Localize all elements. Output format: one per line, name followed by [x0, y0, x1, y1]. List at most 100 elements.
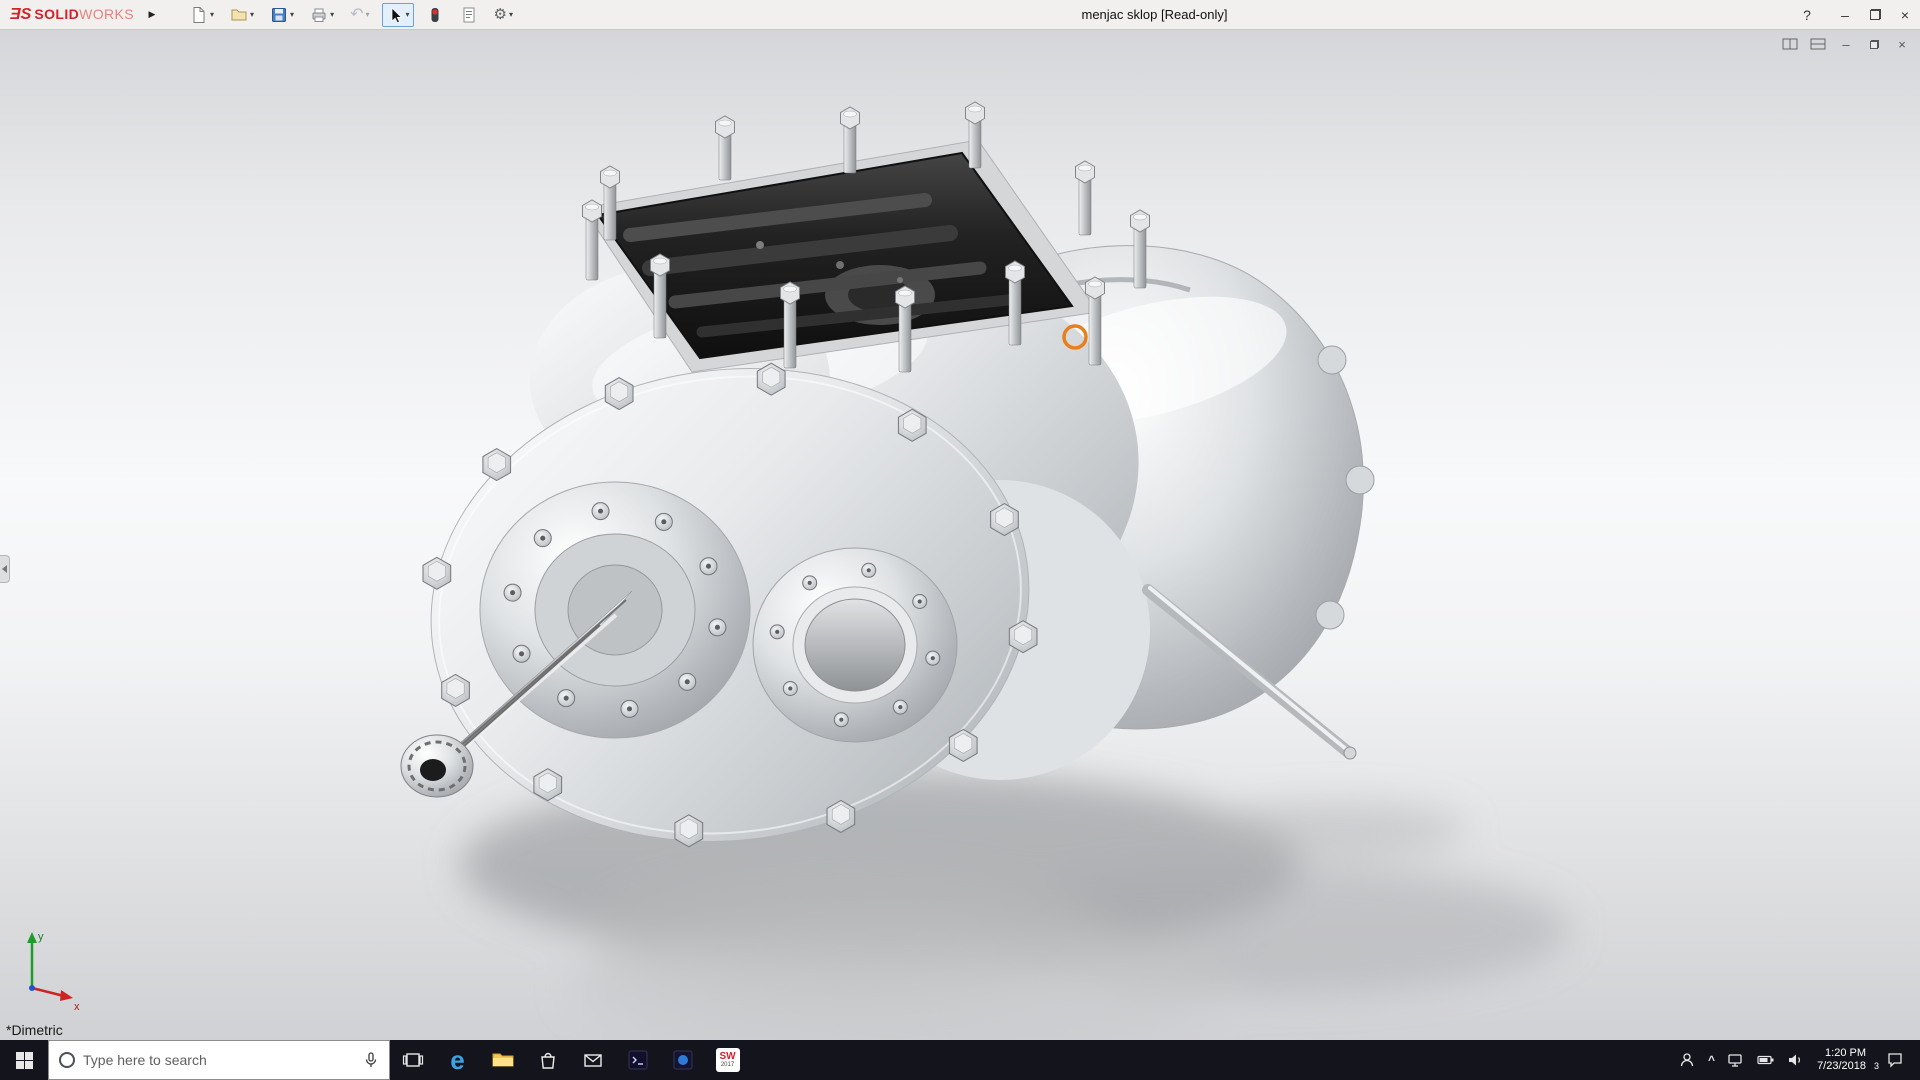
hex-nut: [582, 199, 602, 223]
split-pane-horizontal-button[interactable]: [1810, 36, 1826, 52]
dropdown-caret[interactable]: ▾: [330, 10, 334, 19]
stud: [783, 297, 797, 369]
store-button[interactable]: [525, 1040, 570, 1080]
network-button[interactable]: [1727, 1052, 1745, 1068]
stud: [1133, 225, 1147, 289]
dropdown-caret[interactable]: ▾: [250, 10, 254, 19]
chevron-left-icon: [2, 565, 7, 573]
doc-restore-icon: [1869, 39, 1879, 49]
tray-expand-button[interactable]: ^: [1708, 1053, 1715, 1067]
cortana-icon: [59, 1052, 75, 1068]
orientation-triad[interactable]: y x: [10, 926, 88, 1014]
panel-collapse-handle[interactable]: [0, 555, 10, 583]
new-document-icon: [193, 6, 205, 23]
print-icon: [312, 8, 326, 22]
view-orientation-label: *Dimetric: [6, 1022, 63, 1038]
options-button[interactable]: ⚙ ▾: [490, 3, 517, 27]
doc-minimize-button[interactable]: –: [1838, 36, 1854, 52]
doc-close-button[interactable]: ×: [1894, 36, 1910, 52]
store-bag-icon: [540, 1052, 555, 1069]
menu-flyout-arrow[interactable]: ▶: [144, 9, 160, 20]
hex-nut: [1085, 276, 1105, 300]
split-pane-vertical-button[interactable]: [1782, 36, 1798, 52]
taskbar-apps: e SW 2017: [390, 1040, 750, 1080]
people-button[interactable]: [1678, 1051, 1696, 1069]
undo-icon: ↶: [350, 5, 364, 23]
dropdown-caret[interactable]: ▾: [406, 10, 410, 19]
edge-icon: e: [450, 1045, 465, 1075]
close-button[interactable]: ×: [1890, 0, 1920, 29]
solidworks-app-icon: SW 2017: [715, 1048, 740, 1072]
help-button[interactable]: ?: [1792, 0, 1822, 29]
network-icon: [1728, 1054, 1742, 1067]
mail-envelope-icon: [583, 1054, 602, 1067]
media-app-button[interactable]: [660, 1040, 705, 1080]
dropdown-caret[interactable]: ▾: [210, 10, 214, 19]
print-button[interactable]: ▾: [306, 3, 338, 27]
doc-restore-button[interactable]: [1866, 36, 1882, 52]
hex-nut: [650, 253, 670, 277]
hex-nut: [965, 101, 985, 125]
task-view-button[interactable]: [390, 1040, 435, 1080]
3d-viewport[interactable]: – × y x *Dimetric: [0, 30, 1920, 1040]
file-properties-icon: [463, 7, 475, 22]
hex-nut: [1005, 260, 1025, 284]
clock-time: 1:20 PM: [1825, 1047, 1866, 1059]
stud: [1008, 276, 1022, 346]
action-center-button[interactable]: 3: [1874, 1051, 1912, 1071]
gearbox-3d-model[interactable]: [0, 30, 1920, 1040]
dropdown-caret[interactable]: ▾: [290, 10, 294, 19]
stud: [898, 301, 912, 373]
rebuild-button[interactable]: [422, 3, 448, 27]
file-explorer-button[interactable]: [480, 1040, 525, 1080]
start-button[interactable]: [0, 1040, 48, 1080]
save-icon: [272, 7, 287, 22]
document-title: menjac sklop [Read-only]: [1081, 7, 1228, 22]
hex-nut: [600, 165, 620, 189]
battery-button[interactable]: [1757, 1054, 1775, 1066]
minimize-button[interactable]: –: [1830, 0, 1860, 29]
solidworks-window: ƎS SOLID WORKS ▶ ▾ ▾ ▾ ▾ ↶ ▾ ▾ ⚙ ▾ menja…: [0, 0, 1920, 1080]
console-app-button[interactable]: [615, 1040, 660, 1080]
clock-date: 7/23/2018: [1817, 1060, 1866, 1072]
hex-nut: [840, 106, 860, 130]
save-button[interactable]: ▾: [266, 3, 298, 27]
brand-works: WORKS: [79, 5, 135, 22]
notification-badge: 3: [1874, 1061, 1880, 1071]
select-cursor-icon: [391, 6, 402, 23]
action-center-icon: [1888, 1053, 1902, 1068]
z-axis-dot: [29, 985, 35, 991]
open-document-button[interactable]: ▾: [226, 3, 258, 27]
taskbar: e: [0, 1040, 1920, 1080]
battery-icon: [1757, 1055, 1774, 1065]
search-input[interactable]: [83, 1052, 355, 1068]
file-properties-button[interactable]: [456, 3, 482, 27]
select-tool-button[interactable]: ▾: [381, 2, 414, 27]
stud: [1088, 292, 1102, 366]
open-folder-icon: [231, 9, 247, 20]
volume-button[interactable]: [1787, 1052, 1805, 1068]
people-icon: [1680, 1053, 1694, 1067]
new-document-button[interactable]: ▾: [186, 3, 218, 27]
mail-button[interactable]: [570, 1040, 615, 1080]
y-axis-arrow: [27, 932, 37, 943]
restore-icon: [1869, 9, 1881, 20]
stud: [653, 269, 667, 339]
edge-button[interactable]: e: [435, 1040, 480, 1080]
console-app-icon: [628, 1050, 647, 1070]
microphone-icon[interactable]: [363, 1051, 379, 1069]
taskbar-clock[interactable]: 1:20 PM 7/23/2018: [1817, 1047, 1866, 1073]
quick-access-toolbar: ▾ ▾ ▾ ▾ ↶ ▾ ▾ ⚙ ▾: [186, 0, 517, 29]
titlebar: ƎS SOLID WORKS ▶ ▾ ▾ ▾ ▾ ↶ ▾ ▾ ⚙ ▾ menja…: [0, 0, 1920, 30]
solidworks-app-button[interactable]: SW 2017: [705, 1040, 750, 1080]
window-controls: ? – ×: [1792, 0, 1920, 29]
stud: [968, 117, 982, 169]
taskbar-search[interactable]: [48, 1040, 390, 1080]
speaker-icon: [1789, 1054, 1801, 1066]
dropdown-caret[interactable]: ▾: [365, 10, 369, 19]
dropdown-caret[interactable]: ▾: [509, 10, 513, 19]
undo-button[interactable]: ↶ ▾: [346, 3, 373, 27]
rebuild-stoplight-icon: [431, 7, 439, 22]
restore-button[interactable]: [1860, 0, 1890, 29]
media-app-icon: [673, 1050, 692, 1070]
